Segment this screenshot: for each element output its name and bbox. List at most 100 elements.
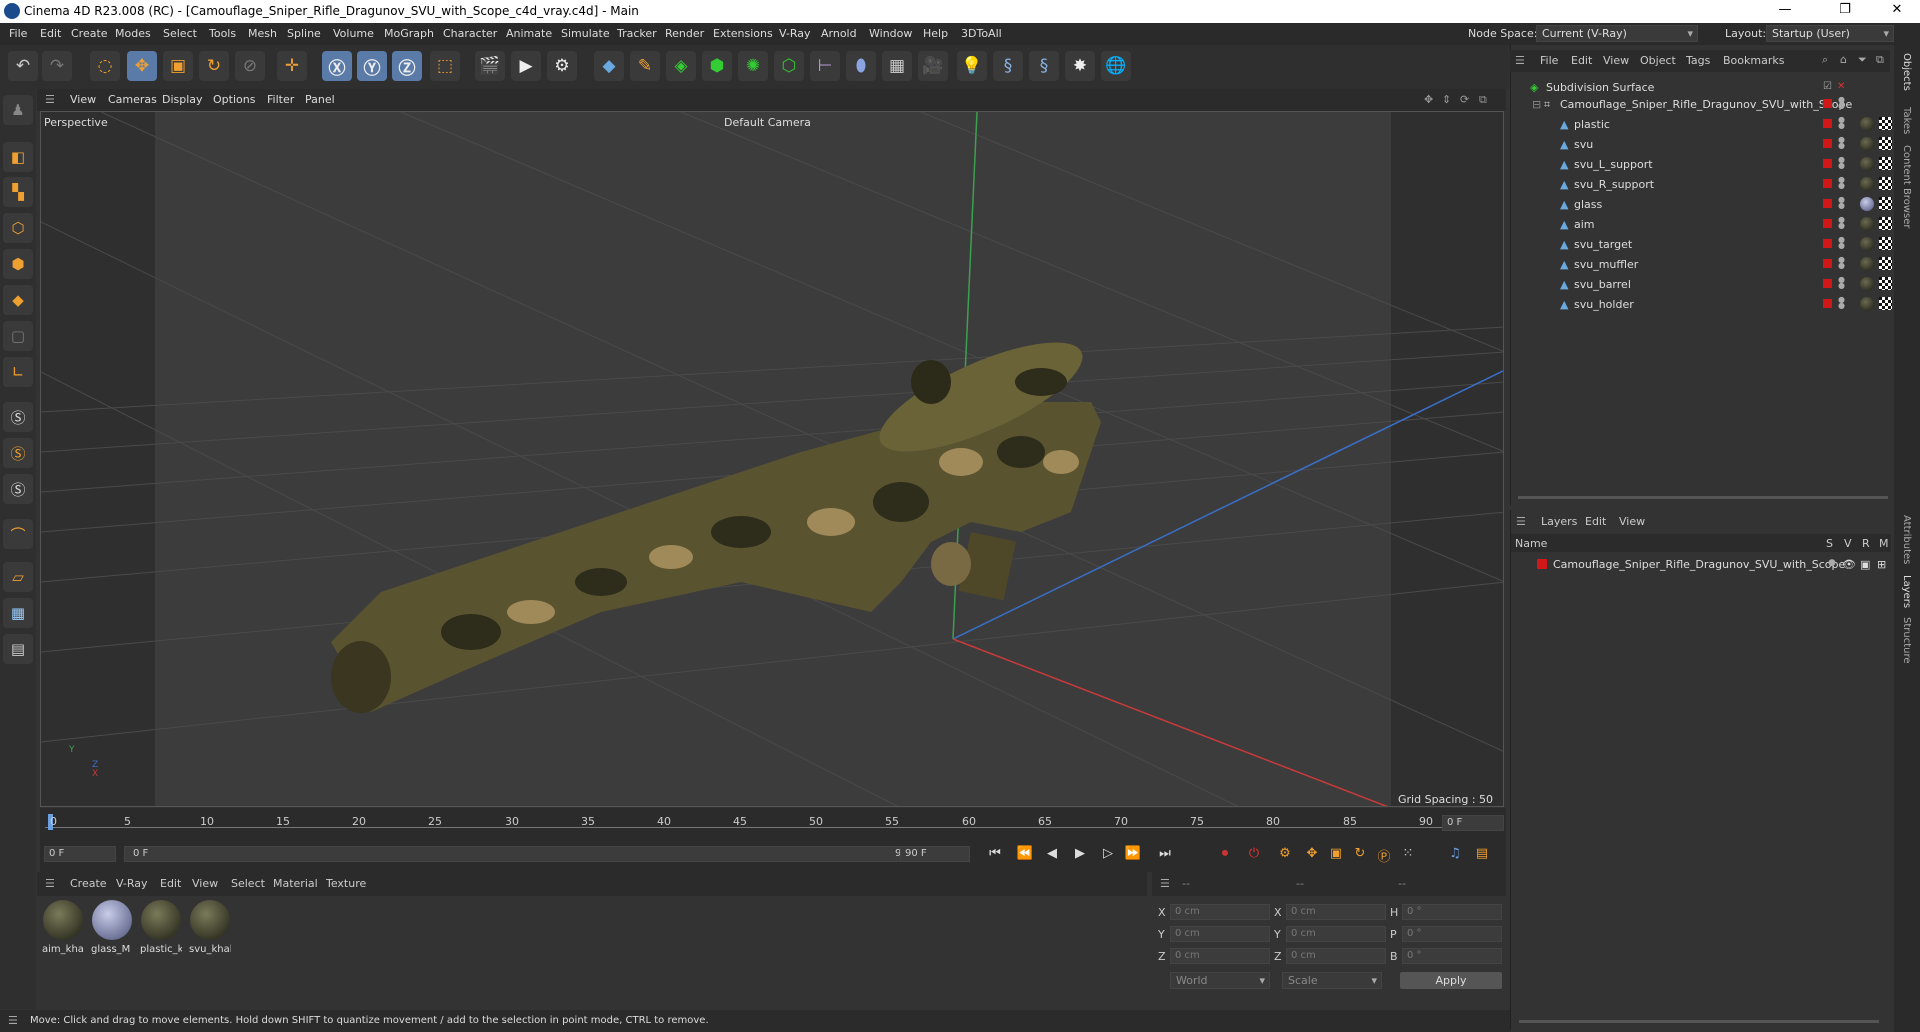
mat-menu-texture[interactable]: Texture [326, 877, 366, 890]
uv-mode-icon[interactable]: ▢ [3, 321, 33, 351]
mat-menu-view[interactable]: View [192, 877, 218, 890]
obj-menu-bookmarks[interactable]: Bookmarks [1723, 54, 1784, 67]
visibility-dots[interactable]: ● ● [1838, 236, 1845, 251]
menu-help[interactable]: Help [923, 27, 948, 40]
layer-menu-edit[interactable]: Edit [1585, 515, 1606, 528]
obj-menu-view[interactable]: View [1603, 54, 1629, 67]
object-row[interactable]: ▲ svu_holder ● ● [1510, 294, 1892, 314]
tab-content-browser[interactable]: Content Browser [1901, 145, 1912, 228]
3d-viewport[interactable]: Perspective Default Camera Grid Spacing … [40, 111, 1504, 807]
rot-b-field[interactable]: 0 ° [1402, 948, 1502, 964]
layer-color-swatch[interactable] [1537, 559, 1547, 569]
hamburger-icon[interactable]: ☰ [1515, 54, 1525, 67]
light-icon[interactable]: 💡 [957, 51, 987, 81]
timeline-ruler[interactable]: 0 5 10 15 20 25 30 35 40 45 50 55 60 65 … [40, 808, 1506, 838]
menu-edit[interactable]: Edit [40, 27, 61, 40]
object-row[interactable]: ▲ svu_target ● ● [1510, 234, 1892, 254]
collapse-icon[interactable]: ⊟ [1532, 98, 1541, 111]
go-to-start-icon[interactable]: ⏮ [985, 846, 1005, 866]
visibility-dots[interactable]: ● ● [1838, 96, 1845, 111]
texture-tag-icon[interactable] [1879, 297, 1892, 310]
key-pla-icon[interactable]: ⁙ [1398, 846, 1418, 866]
node-space-select[interactable]: Current (V-Ray) [1536, 25, 1698, 42]
texture-tag-icon[interactable] [1879, 137, 1892, 150]
menu-extensions[interactable]: Extensions [713, 27, 773, 40]
pos-z-field[interactable]: 0 cm [1170, 948, 1270, 964]
scale-tool-icon[interactable]: ▣ [163, 51, 193, 81]
cube-object-icon[interactable]: ◆ [594, 51, 624, 81]
menu-volume[interactable]: Volume [333, 27, 374, 40]
texture-tag-icon[interactable] [1879, 237, 1892, 250]
menu-spline[interactable]: Spline [287, 27, 321, 40]
keyframe-selection-icon[interactable]: ⚙ [1275, 846, 1295, 866]
pen-spline-icon[interactable]: ✎ [630, 51, 660, 81]
material-aim-khai[interactable] [43, 900, 83, 940]
pos-y-field[interactable]: 0 cm [1170, 926, 1270, 942]
cloner-icon[interactable]: ✺ [738, 51, 768, 81]
extrude-icon[interactable]: ⬢ [702, 51, 732, 81]
coordinate-system-icon[interactable]: ⬚ [430, 51, 460, 81]
tab-layers[interactable]: Layers [1901, 575, 1912, 608]
key-param-icon[interactable]: Ⓟ [1374, 846, 1394, 866]
python-icon[interactable]: § [993, 51, 1023, 81]
grid-workplane-icon[interactable]: ▦ [3, 598, 33, 628]
search-icon[interactable]: ⌕ [1822, 53, 1828, 67]
camera-icon[interactable]: 🎥 [918, 51, 948, 81]
object-row[interactable]: ⊟ ⌗ Camouflage_Sniper_Rifle_Dragunov_SVU… [1510, 94, 1890, 114]
vray-settings-icon[interactable]: ✸ [1065, 51, 1095, 81]
visibility-dots[interactable]: ● ● [1838, 296, 1845, 311]
range-slider[interactable]: 0 F 90 F [124, 846, 928, 862]
auto-key-icon[interactable]: ⏻ [1244, 846, 1264, 866]
tab-structure[interactable]: Structure [1901, 617, 1912, 664]
hamburger-icon[interactable]: ☰ [1516, 515, 1526, 528]
size-y-field[interactable]: 0 cm [1286, 926, 1386, 942]
tab-attributes[interactable]: Attributes [1901, 515, 1912, 564]
object-row[interactable]: ▲ svu_R_support ● ● [1510, 174, 1892, 194]
rot-p-field[interactable]: 0 ° [1402, 926, 1502, 942]
material-tag-icon[interactable] [1860, 237, 1874, 251]
layer-menu-view[interactable]: View [1619, 515, 1645, 528]
mat-menu-material[interactable]: Material [273, 877, 318, 890]
material-svu-khak[interactable] [190, 900, 230, 940]
obj-menu-object[interactable]: Object [1640, 54, 1676, 67]
visibility-dots[interactable]: ● ● [1838, 176, 1845, 191]
render-settings-icon[interactable]: ⚙ [547, 51, 577, 81]
move-tool-icon[interactable]: ✥ [127, 51, 157, 81]
object-row[interactable]: ▲ svu_barrel ● ● [1510, 274, 1892, 294]
material-tag-icon[interactable] [1860, 197, 1874, 211]
locked-workplane-icon[interactable]: ▤ [3, 634, 33, 664]
snap-settings-icon[interactable]: Ⓢ [3, 438, 33, 468]
texture-tag-icon[interactable] [1879, 197, 1892, 210]
make-editable-icon[interactable]: ♟ [3, 95, 33, 125]
floor-icon[interactable]: ▦ [882, 51, 912, 81]
menu-mograph[interactable]: MoGraph [384, 27, 434, 40]
eye-icon[interactable]: 👁 [1842, 558, 1856, 571]
menu-character[interactable]: Character [443, 27, 497, 40]
coord-transform-select[interactable]: Scale [1282, 972, 1382, 989]
menu-window[interactable]: Window [869, 27, 912, 40]
size-x-field[interactable]: 0 cm [1286, 904, 1386, 920]
tab-takes[interactable]: Takes [1901, 107, 1912, 134]
recent-tool-icon[interactable]: ⊘ [235, 51, 265, 81]
material-tag-icon[interactable] [1860, 117, 1874, 131]
material-tag-icon[interactable] [1860, 177, 1874, 191]
axis-mode-icon[interactable]: ∟ [3, 357, 33, 387]
key-scale-icon[interactable]: ▣ [1326, 846, 1346, 866]
z-axis-lock-icon[interactable]: Ⓩ [392, 51, 422, 81]
hamburger-icon[interactable]: ☰ [1160, 877, 1170, 890]
obj-menu-tags[interactable]: Tags [1686, 54, 1710, 67]
workplane-icon[interactable]: ▱ [3, 562, 33, 592]
visibility-dots[interactable]: ● ● [1838, 156, 1845, 171]
rotate-view-icon[interactable]: ⟳ [1460, 93, 1469, 106]
texture-mode-icon[interactable]: ▚ [3, 177, 33, 207]
menu-render[interactable]: Render [665, 27, 704, 40]
render-icon[interactable]: ▣ [1860, 558, 1870, 571]
obj-menu-file[interactable]: File [1540, 54, 1558, 67]
menu-arnold[interactable]: Arnold [821, 27, 857, 40]
home-icon[interactable]: ⌂ [1840, 53, 1847, 66]
mograph-icon[interactable]: ⬡ [774, 51, 804, 81]
layer-hscrollbar[interactable] [1519, 1020, 1879, 1023]
close-button[interactable]: ✕ [1874, 2, 1920, 22]
visibility-dots[interactable]: ● ● [1838, 136, 1845, 151]
move-view-icon[interactable]: ✥ [1424, 93, 1433, 106]
